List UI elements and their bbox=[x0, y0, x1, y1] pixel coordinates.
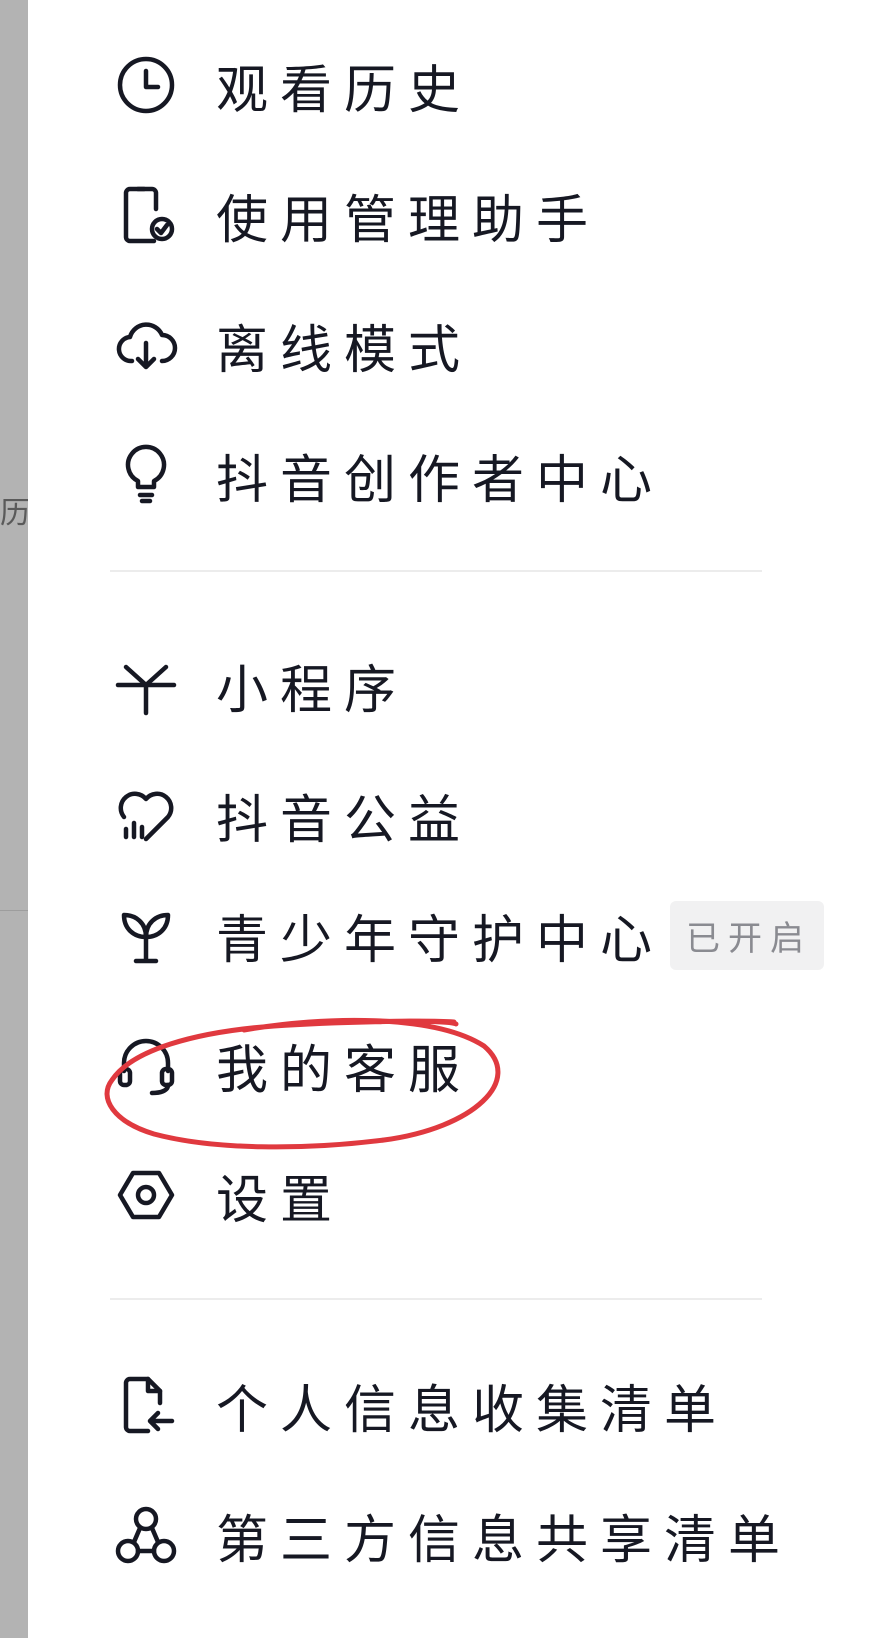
menu-item-personal-info-list[interactable]: 个人信息收集清单 bbox=[112, 1350, 852, 1460]
side-menu-panel: 观看历史 使用管理助手 离线模式 抖音创作者中心 小程序 抖音公益 青少年守护中… bbox=[28, 0, 872, 1638]
menu-item-settings[interactable]: 设置 bbox=[112, 1140, 852, 1250]
hexagon-gear-icon bbox=[112, 1161, 180, 1229]
sprout-icon bbox=[112, 901, 180, 969]
mini-program-icon bbox=[112, 651, 180, 719]
cloud-download-icon bbox=[112, 311, 180, 379]
headset-icon bbox=[112, 1031, 180, 1099]
background-overlay[interactable]: 历 bbox=[0, 0, 28, 1638]
lightbulb-icon bbox=[112, 441, 180, 509]
menu-item-mini-programs[interactable]: 小程序 bbox=[112, 630, 852, 740]
heart-chart-icon bbox=[112, 781, 180, 849]
menu-item-third-party-sharing-list[interactable]: 第三方信息共享清单 bbox=[112, 1480, 852, 1590]
status-badge: 已开启 bbox=[670, 900, 825, 970]
menu-item-usage-assistant[interactable]: 使用管理助手 bbox=[112, 160, 852, 270]
menu-item-label: 离线模式 bbox=[216, 320, 473, 381]
document-arrow-icon bbox=[112, 1371, 180, 1439]
menu-item-offline-mode[interactable]: 离线模式 bbox=[112, 290, 852, 400]
background-divider bbox=[0, 910, 28, 911]
menu-item-creator-center[interactable]: 抖音创作者中心 bbox=[112, 420, 852, 530]
menu-item-label: 观看历史 bbox=[216, 60, 473, 121]
menu-item-label: 使用管理助手 bbox=[216, 190, 601, 251]
menu-item-youth-protection[interactable]: 青少年守护中心 已开启 bbox=[112, 880, 852, 990]
menu-item-public-welfare[interactable]: 抖音公益 bbox=[112, 760, 852, 870]
menu-item-label: 小程序 bbox=[216, 660, 409, 721]
menu-item-customer-service[interactable]: 我的客服 bbox=[112, 1010, 852, 1120]
background-peek-text: 历 bbox=[0, 496, 28, 531]
clock-icon bbox=[112, 51, 180, 119]
menu-item-label: 抖音创作者中心 bbox=[216, 450, 665, 511]
menu-item-label: 抖音公益 bbox=[216, 790, 473, 851]
menu-item-label: 设置 bbox=[216, 1170, 345, 1231]
phone-check-icon bbox=[112, 181, 180, 249]
menu-item-label: 青少年守护中心 bbox=[216, 910, 665, 971]
menu-item-watch-history[interactable]: 观看历史 bbox=[112, 30, 852, 140]
menu-item-label: 第三方信息共享清单 bbox=[216, 1510, 793, 1571]
menu-item-label: 我的客服 bbox=[216, 1040, 473, 1101]
menu-item-label: 个人信息收集清单 bbox=[216, 1380, 729, 1441]
section-divider bbox=[110, 570, 762, 572]
share-nodes-icon bbox=[112, 1501, 180, 1569]
section-divider bbox=[110, 1298, 762, 1300]
